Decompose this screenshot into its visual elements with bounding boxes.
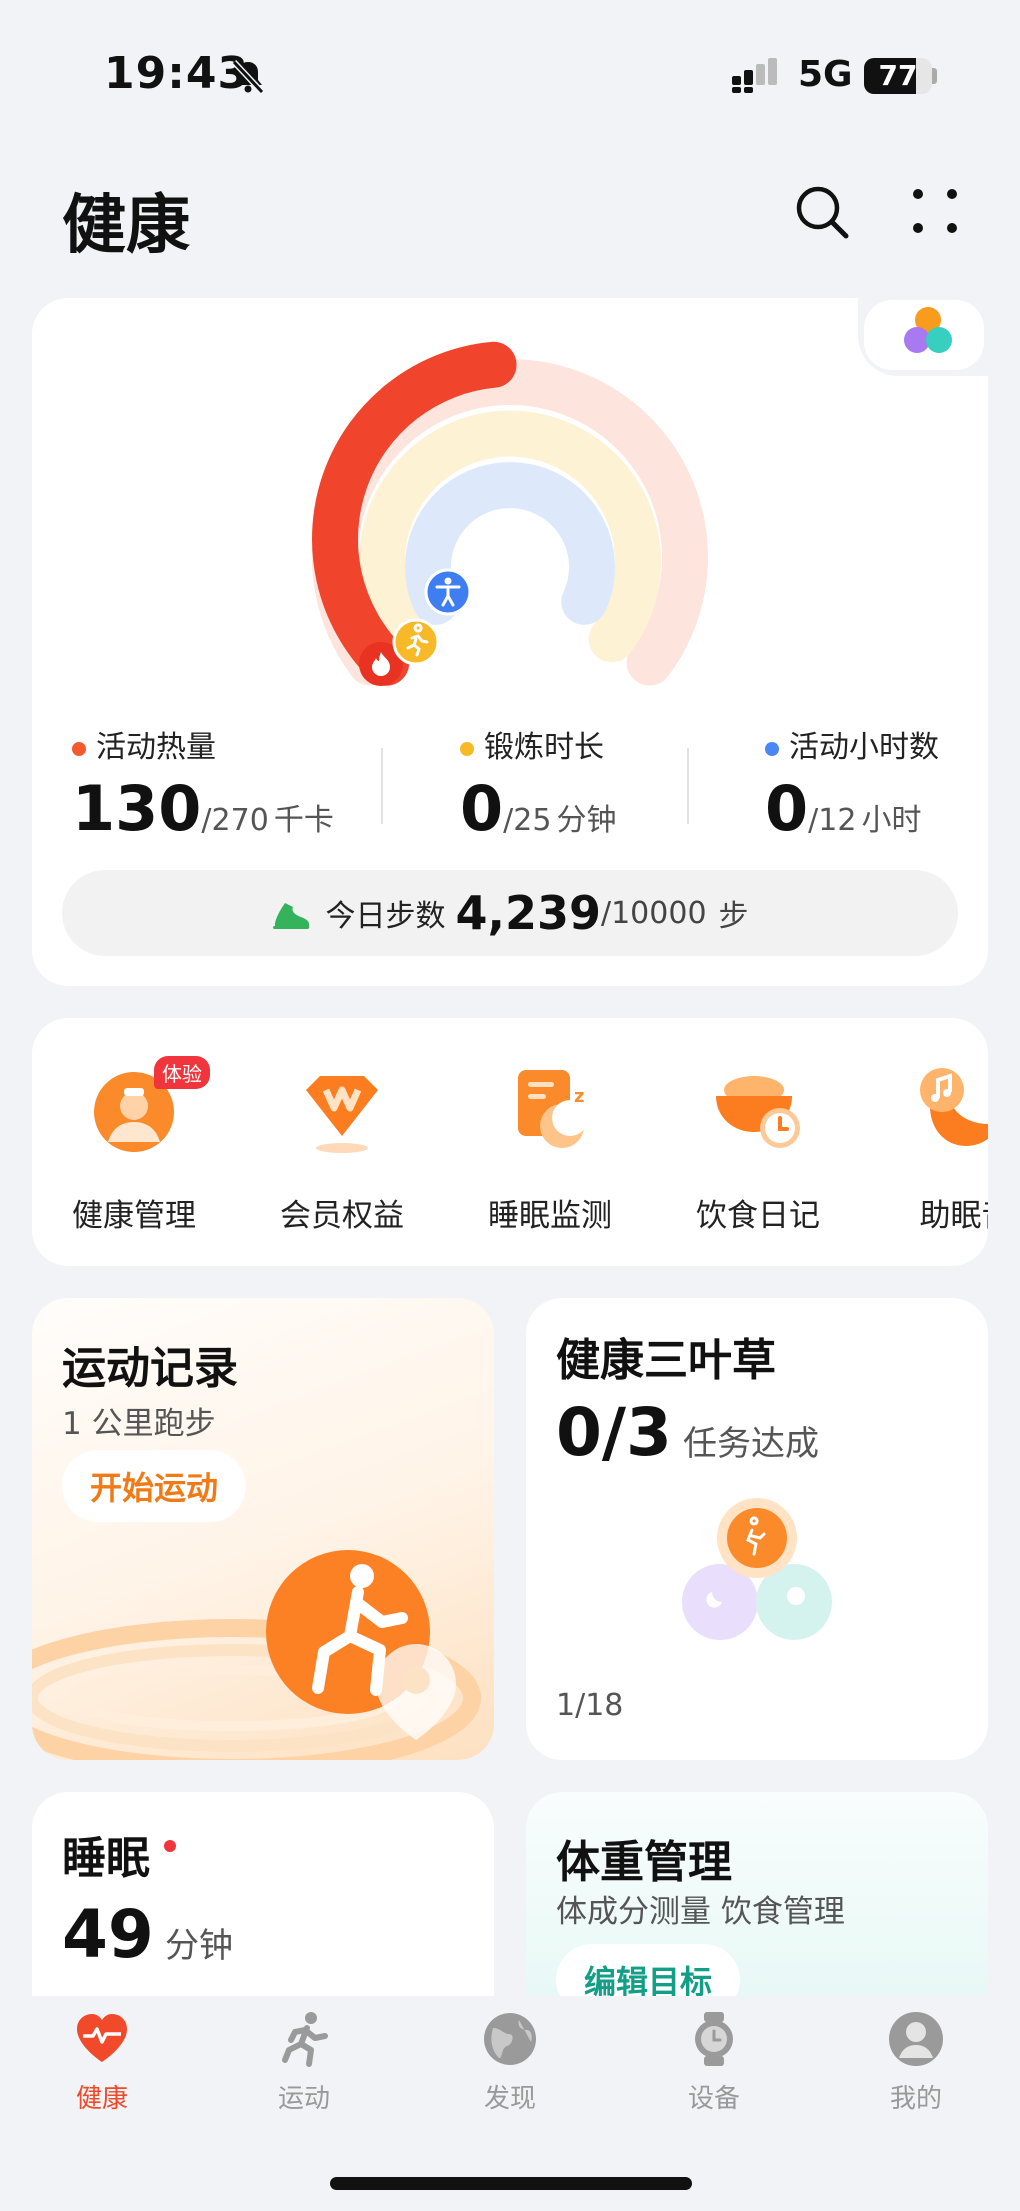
tab-discover[interactable]: 发现 — [450, 2010, 570, 2115]
stand-legend: 活动小时数 — [765, 722, 939, 766]
quick-entries-card: 体验 健康管理 会员权益 z 睡眠监测 饮食日记 助眠 — [32, 1018, 988, 1266]
shoe-icon — [273, 903, 310, 929]
stand-unit: 小时 — [861, 803, 922, 838]
tab-workout[interactable]: 运动 — [244, 2010, 364, 2115]
tab-label: 发现 — [483, 2084, 536, 2114]
exercise-unit: 分钟 — [556, 803, 617, 838]
exercise-value: 0 — [460, 772, 504, 845]
weight-subtitle: 体成分测量 饮食管理 — [556, 1894, 845, 1930]
sleep-monitor-icon: z — [518, 1070, 588, 1148]
stat-divider — [381, 748, 383, 824]
quick-entry-diet-diary[interactable]: 饮食日记 — [658, 1060, 858, 1235]
tab-me[interactable]: 我的 — [856, 2010, 976, 2115]
calories-goal: /270 — [201, 803, 269, 838]
diet-bowl-icon — [716, 1076, 800, 1148]
weight-title: 体重管理 — [556, 1837, 732, 1888]
clover-footer: 1/18 — [556, 1688, 624, 1723]
stand-label: 活动小时数 — [789, 730, 939, 765]
calories-legend: 活动热量 — [72, 722, 216, 766]
exercise-legend: 锻炼时长 — [460, 722, 604, 766]
start-workout-button[interactable]: 开始运动 — [62, 1450, 247, 1522]
runner-icon — [282, 2012, 328, 2067]
steps-goal: /10000 — [600, 895, 707, 931]
globe-icon — [484, 2013, 536, 2065]
workout-record-card[interactable]: 运动记录 1 公里跑步 开始运动 — [32, 1298, 494, 1760]
trial-badge: 体验 — [154, 1056, 210, 1089]
sleep-unit: 分钟 — [164, 1926, 233, 1966]
stand-goal: /12 — [808, 803, 857, 838]
runner-badge-icon — [266, 1550, 456, 1740]
stand-dot — [765, 741, 779, 756]
rings-style-switch[interactable] — [858, 296, 990, 376]
home-indicator[interactable] — [330, 2177, 692, 2190]
calories-label: 活动热量 — [96, 730, 216, 765]
stat-divider — [687, 748, 689, 824]
sleep-title: 睡眠 — [62, 1833, 150, 1884]
battery-tip — [932, 68, 937, 84]
bell-muted-icon — [231, 59, 265, 95]
steps-value: 4,239 — [455, 886, 601, 940]
watch-icon — [695, 2012, 733, 2066]
sleep-value: 49 — [62, 1896, 154, 1973]
calories-unit: 千卡 — [273, 803, 334, 838]
exercise-stat: 0/25 分钟 — [460, 772, 617, 845]
stand-value: 0 — [765, 772, 809, 845]
battery-level: 77 — [878, 59, 918, 92]
clover-value: 0/3 — [556, 1394, 672, 1471]
sleep-duration: 49 分钟 — [62, 1896, 233, 1973]
quick-entry-sleep-monitor[interactable]: z 睡眠监测 — [450, 1060, 650, 1235]
tab-label: 我的 — [889, 2084, 942, 2114]
signal-icon — [732, 58, 777, 93]
workout-subtitle: 1 公里跑步 — [62, 1406, 216, 1442]
tab-health[interactable]: 健康 — [42, 2010, 162, 2115]
activity-rings — [312, 341, 708, 686]
workout-title: 运动记录 — [62, 1343, 238, 1394]
network-type: 5G — [798, 54, 853, 95]
quick-entry-sleep-sounds[interactable]: 助眠音 — [866, 1060, 988, 1235]
quick-entry-label: 助眠音 — [919, 1198, 989, 1234]
steps-pill[interactable]: 今日步数 4,239 /10000 步 — [62, 870, 958, 956]
search-icon[interactable] — [790, 180, 854, 244]
clover-title: 健康三叶草 — [556, 1335, 776, 1386]
tab-label: 运动 — [277, 2084, 330, 2114]
quick-entry-label: 会员权益 — [280, 1198, 404, 1234]
quick-entry-label: 饮食日记 — [696, 1198, 820, 1234]
stand-stat: 0/12 小时 — [765, 772, 922, 845]
more-grid-icon[interactable] — [904, 180, 968, 244]
steps-label: 今日步数 — [325, 899, 446, 934]
three-circles-icon — [904, 307, 952, 353]
sleep-alert-dot — [164, 1840, 176, 1852]
tab-label: 健康 — [75, 2084, 128, 2114]
page-title: 健康 — [62, 189, 190, 263]
calories-value: 130 — [72, 772, 202, 845]
profile-icon — [889, 2012, 943, 2066]
battery-indicator: 77 — [864, 58, 932, 94]
quick-entry-member-benefits[interactable]: 会员权益 — [242, 1060, 442, 1235]
svg-text:z: z — [574, 1086, 584, 1107]
exercise-goal: /25 — [503, 803, 552, 838]
clover-value-label: 任务达成 — [683, 1424, 820, 1464]
quick-entry-label: 睡眠监测 — [488, 1198, 612, 1234]
vip-diamond-icon — [306, 1076, 378, 1153]
clover-progress: 0/3 任务达成 — [556, 1394, 819, 1471]
music-note-icon — [920, 1068, 988, 1146]
health-clover-card[interactable]: 健康三叶草 0/3 任务达成 1/18 — [526, 1298, 988, 1760]
exercise-label: 锻炼时长 — [484, 730, 604, 765]
quick-entry-health-management[interactable]: 体验 健康管理 — [34, 1056, 234, 1235]
calories-stat: 130/270 千卡 — [72, 772, 334, 845]
tab-label: 设备 — [687, 2084, 740, 2114]
quick-entry-label: 健康管理 — [72, 1198, 196, 1234]
calories-dot — [72, 741, 86, 756]
exercise-dot — [460, 741, 474, 756]
tab-devices[interactable]: 设备 — [654, 2010, 774, 2115]
heart-icon — [77, 2014, 127, 2062]
steps-unit: 步 — [718, 899, 749, 934]
clover-icon — [682, 1498, 832, 1640]
